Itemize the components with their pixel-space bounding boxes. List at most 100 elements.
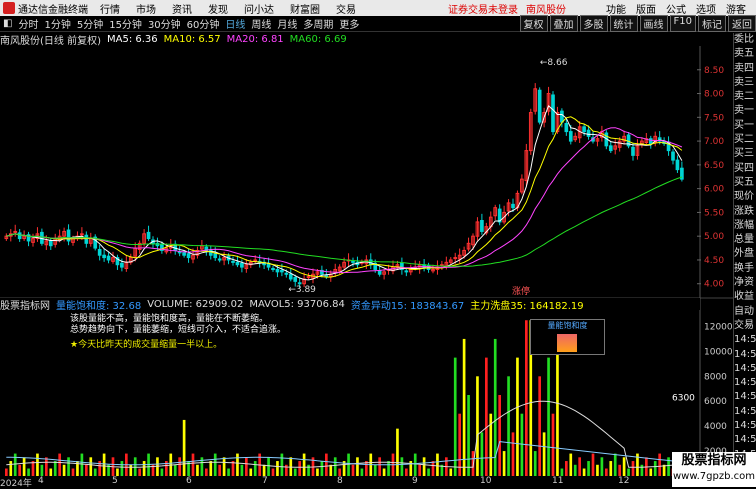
side-panel-item: 卖五 [734, 48, 754, 60]
volume-bar [138, 468, 141, 476]
volume-bar [427, 468, 430, 476]
menu-item-trade[interactable]: 交易 [336, 1, 356, 16]
volume-bar [298, 461, 301, 476]
overlay-button[interactable]: 叠加 [549, 15, 578, 32]
menu-item-sector[interactable]: 市场 [136, 1, 156, 16]
period-tab-timeshare[interactable]: 分时 [15, 16, 41, 31]
guest-label[interactable]: 游客 [726, 1, 746, 16]
volume-bar [196, 464, 199, 476]
candle-body [404, 270, 409, 273]
volume-bar [160, 468, 164, 476]
period-tab-1min[interactable]: 1分钟 [41, 16, 73, 31]
multi-stock-button[interactable]: 多股 [579, 15, 608, 32]
period-tab-weekly[interactable]: 周线 [248, 16, 274, 31]
indicator-note: ★今天比昨天的成交量缩量一半以上。 [70, 340, 223, 350]
indicator-desc-2: 总势趋势向下，量能萎缩，短线可介入，不适合追涨。 [70, 325, 287, 335]
period-tab-monthly[interactable]: 月线 [274, 16, 300, 31]
volume-marker-label: 6300 [672, 393, 695, 403]
login-notice[interactable]: 证券交易未登录 [448, 1, 518, 16]
volume-tick-label: 4000 [704, 422, 727, 432]
volume-bar [533, 451, 537, 476]
volume-bar [133, 457, 137, 476]
period-tab-15min[interactable]: 15分钟 [106, 16, 145, 31]
period-tab-daily[interactable]: 日线 [222, 16, 248, 31]
volume-bar [511, 432, 515, 476]
volume-bar [209, 461, 213, 476]
period-tab-30min[interactable]: 30分钟 [145, 16, 184, 31]
volume-bar [436, 453, 439, 476]
side-panel-item: 委比 [734, 34, 754, 45]
candle-body [675, 159, 680, 171]
saturation-legend: 量能饱和度 [530, 319, 605, 355]
volume-bar [67, 457, 70, 476]
volume-bar [236, 453, 239, 476]
f10-button[interactable]: F10 [669, 15, 696, 32]
volume-bar [253, 461, 257, 476]
volume-bar [249, 468, 253, 476]
stats-button[interactable]: 统计 [609, 15, 638, 32]
side-panel-item: 14:5 [734, 420, 756, 432]
period-tab-more[interactable]: 更多 [336, 16, 362, 31]
ma20-label: MA20: 6.81 [226, 34, 284, 45]
volume-bar [605, 468, 608, 476]
volume-bar [93, 468, 97, 476]
high-price-annotation: ←8.66 [540, 58, 568, 68]
indicator-volume: VOLUME: 62909.02 [147, 298, 244, 310]
ma10-line [6, 116, 683, 278]
x-tick-label: 6 [186, 476, 192, 486]
volume-tick-label: 8000 [704, 372, 727, 382]
volume-bar [240, 464, 244, 476]
side-panel-item: 总量 [734, 234, 754, 246]
menu-item-discover[interactable]: 发现 [208, 1, 228, 16]
volume-bar [658, 453, 661, 476]
volume-bar [551, 413, 555, 476]
volume-bar [116, 468, 119, 476]
candle-body [102, 254, 106, 259]
x-tick-label: 11 [552, 476, 564, 486]
volume-bar [378, 457, 381, 476]
indicator-name[interactable]: 股票指标网 [0, 297, 50, 312]
toolbar-toggle-icon[interactable]: ◧ [0, 18, 15, 29]
menu-right-options[interactable]: 选项 [696, 1, 716, 16]
volume-bar [347, 453, 350, 476]
side-panel-item: 14:5 [734, 348, 756, 360]
side-panel-item: 涨跌 [734, 205, 754, 217]
volume-bar [631, 461, 635, 476]
menu-item-market[interactable]: 行情 [100, 1, 120, 16]
candle-body [671, 151, 675, 161]
draw-button[interactable]: 画线 [639, 15, 668, 32]
candle-body [231, 260, 235, 263]
price-volume-chart[interactable]: 8.50 8.00 7.50 7.00 6.50 6.00 5.50 5.00 4.50 4.00… [0, 46, 733, 476]
adjust-button[interactable]: 复权 [519, 15, 548, 32]
period-tab-multi[interactable]: 多周期 [300, 16, 336, 31]
volume-bar [418, 464, 421, 476]
candle-body [511, 203, 515, 209]
period-tab-5min[interactable]: 5分钟 [74, 16, 106, 31]
volume-bar [22, 457, 26, 476]
side-panel-item: 收益 [734, 291, 754, 303]
mark-button[interactable]: 标记 [698, 15, 726, 32]
volume-bar [280, 453, 284, 476]
x-tick-label: 7 [262, 476, 268, 486]
menu-right-layout[interactable]: 版面 [636, 1, 656, 16]
menu-item-ask[interactable]: 问小达 [244, 1, 274, 16]
menu-right-function[interactable]: 功能 [606, 1, 626, 16]
y-tick-label: 5.50 [704, 208, 724, 218]
menu-item-news[interactable]: 资讯 [172, 1, 192, 16]
volume-bar [36, 453, 39, 476]
menu-item-wealth[interactable]: 财富圈 [290, 1, 320, 16]
volume-bar [102, 453, 106, 476]
ma10-label: MA10: 6.57 [163, 34, 221, 45]
side-panel-item: 14:5 [734, 434, 756, 446]
volume-bar [502, 451, 506, 476]
back-button[interactable]: 返回 [728, 15, 756, 32]
x-tick-label: 9 [412, 476, 418, 486]
menu-right-formula[interactable]: 公式 [666, 1, 686, 16]
volume-bar [556, 338, 559, 476]
period-tab-60min[interactable]: 60分钟 [184, 16, 223, 31]
volume-bar [596, 464, 599, 476]
candle-body [253, 259, 258, 262]
volume-bar [356, 457, 359, 476]
volume-bar [649, 468, 653, 476]
volume-bar [453, 357, 457, 476]
